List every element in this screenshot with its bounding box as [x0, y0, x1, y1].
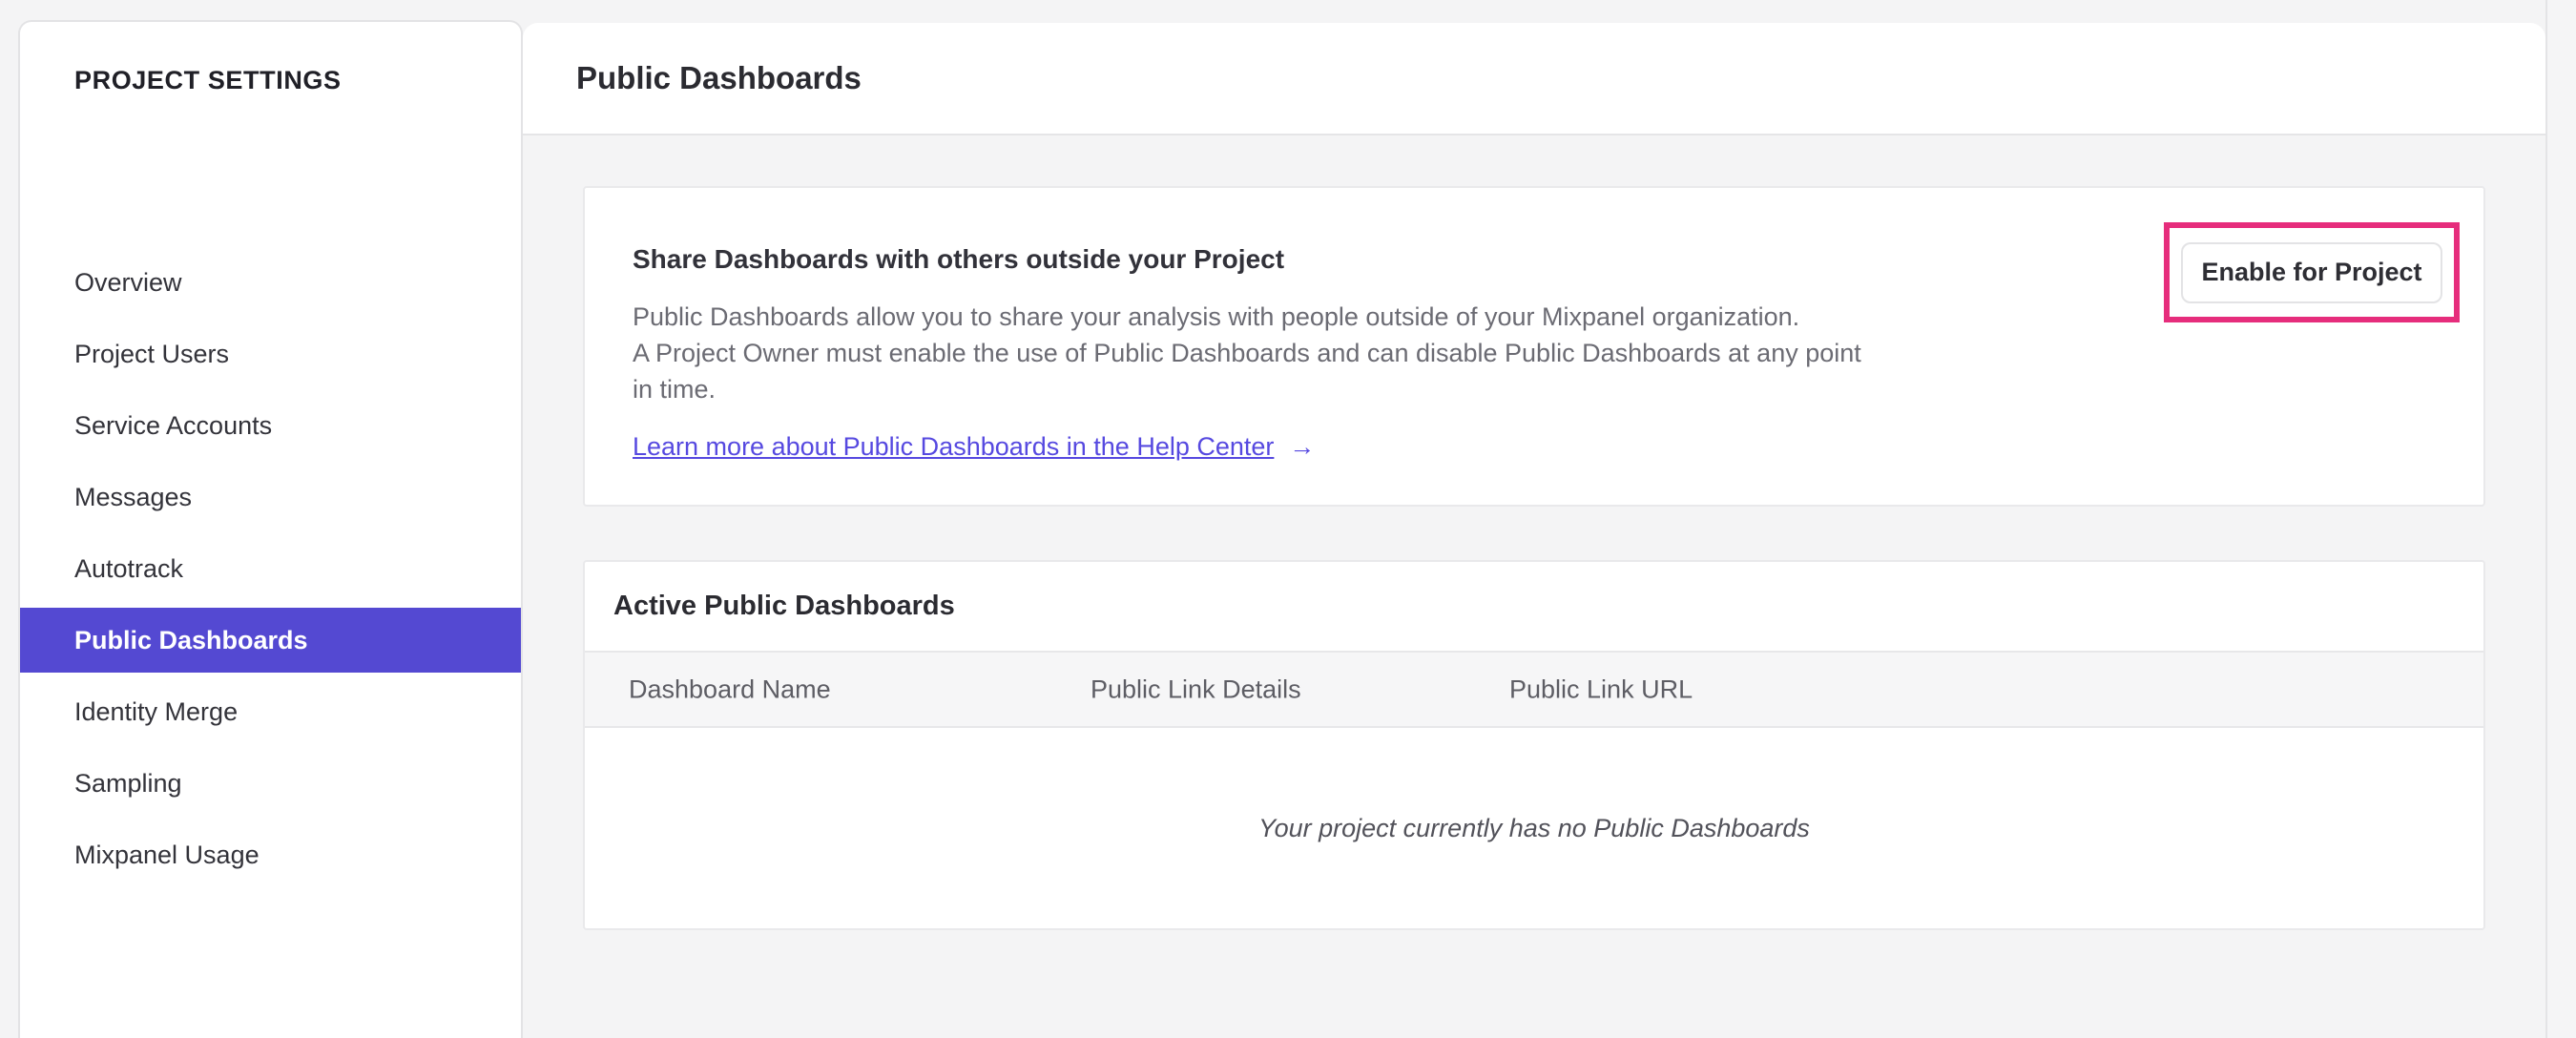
sidebar-item-autotrack[interactable]: Autotrack — [20, 536, 521, 601]
sidebar-item-messages[interactable]: Messages — [20, 465, 521, 529]
sidebar-item-sampling[interactable]: Sampling — [20, 751, 521, 816]
active-card-title: Active Public Dashboards — [613, 591, 955, 621]
share-dashboards-card: Share Dashboards with others outside you… — [583, 186, 2485, 507]
content-area: Share Dashboards with others outside you… — [523, 135, 2545, 930]
active-card-header: Active Public Dashboards — [585, 562, 2483, 653]
scrollbar-gutter — [2545, 0, 2576, 1038]
learn-more-link[interactable]: Learn more about Public Dashboards in th… — [633, 432, 1274, 462]
column-header-public-link-details: Public Link Details — [1091, 675, 1301, 703]
enable-for-project-button[interactable]: Enable for Project — [2181, 241, 2442, 303]
sidebar-item-project-users[interactable]: Project Users — [20, 322, 521, 386]
active-public-dashboards-card: Active Public Dashboards Dashboard Name … — [583, 560, 2485, 930]
sidebar-item-public-dashboards[interactable]: Public Dashboards — [20, 608, 521, 673]
sidebar-item-overview[interactable]: Overview — [20, 250, 521, 315]
empty-state-message: Your project currently has no Public Das… — [1258, 813, 1810, 842]
description-line: in time. — [633, 375, 717, 404]
sidebar-nav: Overview Project Users Service Accounts … — [20, 250, 521, 887]
sidebar-item-label: Overview — [74, 267, 182, 297]
sidebar-item-label: Service Accounts — [74, 410, 273, 440]
sidebar-title: PROJECT SETTINGS — [74, 66, 342, 94]
page-title: Public Dashboards — [576, 60, 862, 95]
dashboards-empty-state: Your project currently has no Public Das… — [585, 728, 2483, 928]
description-line: A Project Owner must enable the use of P… — [633, 339, 1861, 367]
dashboards-table-header: Dashboard Name Public Link Details Publi… — [585, 653, 2483, 728]
pink-highlight-annotation: Enable for Project — [2164, 222, 2460, 322]
page-header: Public Dashboards — [523, 23, 2545, 135]
sidebar-item-label: Messages — [74, 482, 193, 511]
sidebar-item-mixpanel-usage[interactable]: Mixpanel Usage — [20, 822, 521, 887]
learn-more-row: Learn more about Public Dashboards in th… — [633, 428, 2483, 465]
sidebar-item-label: Project Users — [74, 339, 230, 368]
arrow-right-icon: → — [1289, 431, 1316, 461]
column-header-public-link-url: Public Link URL — [1509, 675, 1693, 703]
sidebar-item-label: Public Dashboards — [74, 625, 308, 654]
sidebar-item-identity-merge[interactable]: Identity Merge — [20, 679, 521, 744]
sidebar-item-label: Autotrack — [74, 553, 184, 583]
column-header-dashboard-name: Dashboard Name — [629, 675, 831, 703]
sidebar-item-service-accounts[interactable]: Service Accounts — [20, 393, 521, 458]
project-settings-sidebar: PROJECT SETTINGS Overview Project Users … — [18, 20, 523, 1038]
sidebar-item-label: Mixpanel Usage — [74, 840, 260, 869]
main-area: Public Dashboards Share Dashboards with … — [523, 0, 2545, 1038]
sidebar-item-label: Identity Merge — [74, 696, 239, 726]
sidebar-item-label: Sampling — [74, 768, 182, 798]
